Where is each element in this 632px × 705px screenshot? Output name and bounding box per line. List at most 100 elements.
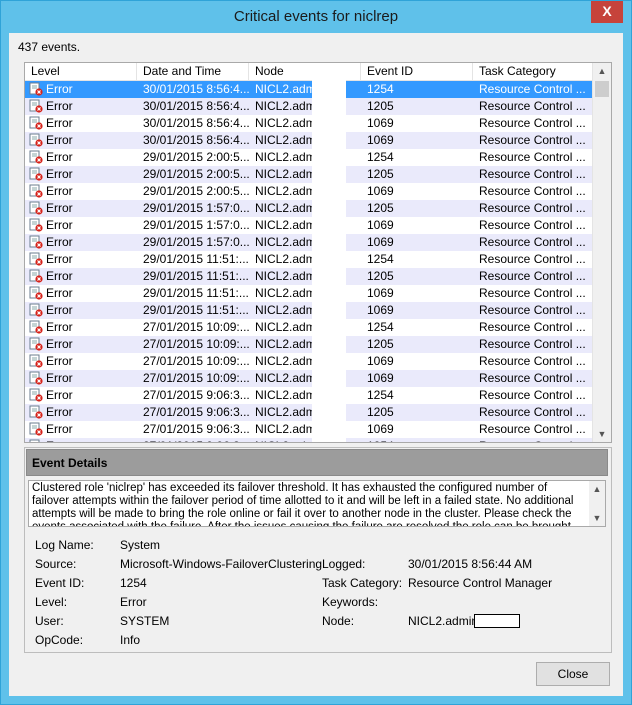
column-header-date[interactable]: Date and Time <box>137 63 249 80</box>
level-text: Error <box>46 184 73 198</box>
error-icon <box>29 371 43 385</box>
event-id-cell: 1205 <box>367 167 394 181</box>
event-id-cell: 1254 <box>367 150 394 164</box>
level-cell: Error <box>29 336 137 353</box>
opcode-value: Info <box>120 633 141 647</box>
table-row[interactable]: Error 27/01/2015 10:09:... NICL2.admi 1205 R… <box>25 336 592 353</box>
table-row[interactable]: Error27/01/2015 9:06:3...NICL2.admi1254R… <box>25 387 592 404</box>
level-cell: Error <box>29 438 137 442</box>
column-header-event-id[interactable]: Event ID <box>361 63 473 80</box>
date-cell: 27/01/2015 10:09:... <box>143 354 249 368</box>
level-label: Level: <box>35 595 68 609</box>
task-category-cell: Resource Control ... <box>479 371 586 385</box>
task-category-cell: Resource Control ... <box>479 218 586 232</box>
event-id-cell: 1254 <box>367 388 394 402</box>
level-text: Error <box>46 167 73 181</box>
event-count: 437 events. <box>18 40 81 54</box>
event-id-cell: 1254 <box>367 320 394 334</box>
date-cell: 29/01/2015 1:57:0... <box>143 201 249 215</box>
table-row[interactable]: Error27/01/2015 9:06:3...NICL2.admi1254R… <box>25 438 592 442</box>
level-text: Error <box>46 438 73 442</box>
task-category-cell: Resource Control ... <box>479 201 586 215</box>
level-text: Error <box>46 201 73 215</box>
event-id-cell: 1205 <box>367 405 394 419</box>
error-icon <box>29 252 43 266</box>
table-row[interactable]: Error 29/01/2015 1:57:0... NICL2.admi 1205 R… <box>25 200 592 217</box>
level-text: Error <box>46 218 73 232</box>
node-redaction-box <box>474 614 520 628</box>
scroll-down-arrow-icon[interactable]: ▼ <box>593 426 611 442</box>
scroll-up-arrow-icon[interactable]: ▲ <box>593 63 611 79</box>
table-row[interactable]: Error 29/01/2015 2:00:5... NICL2.admi 1205 R… <box>25 166 592 183</box>
level-cell: Error <box>29 387 137 404</box>
level-text: Error <box>46 82 73 96</box>
column-header-node[interactable]: Node <box>249 63 361 80</box>
task-category-cell: Resource Control ... <box>479 286 586 300</box>
close-button[interactable]: Close <box>536 662 610 686</box>
table-row[interactable]: Error 29/01/2015 11:51:... NICL2.admi 1069 R… <box>25 302 592 319</box>
window-close-button[interactable]: X <box>591 1 623 23</box>
event-id-cell: 1254 <box>367 438 467 442</box>
desc-scroll-down-icon[interactable]: ▼ <box>589 510 605 526</box>
logged-value: 30/01/2015 8:56:44 AM <box>408 557 533 571</box>
error-icon <box>29 201 43 215</box>
table-row[interactable]: Error 29/01/2015 11:51:... NICL2.admi 1205 R… <box>25 268 592 285</box>
table-row[interactable]: Error 30/01/2015 8:56:4... NICL2.admi 1069 R… <box>25 132 592 149</box>
task-category-cell: Resource Control ... <box>479 388 586 402</box>
event-description-text: Clustered role 'niclrep' has exceeded it… <box>32 482 574 527</box>
table-row[interactable]: Error 29/01/2015 1:57:0... NICL2.admi 1069 R… <box>25 234 592 251</box>
table-row[interactable]: Error 30/01/2015 8:56:4... NICL2.admi 1205 R… <box>25 98 592 115</box>
event-id-cell: 1069 <box>367 218 394 232</box>
event-id-cell: 1069 <box>367 354 394 368</box>
table-row[interactable]: Error 29/01/2015 1:57:0... NICL2.admi 1069 R… <box>25 217 592 234</box>
opcode-label: OpCode: <box>35 633 84 647</box>
level-text: Error <box>46 422 73 436</box>
date-cell: 30/01/2015 8:56:4... <box>143 133 249 147</box>
table-row[interactable]: Error 29/01/2015 11:51:... NICL2.admi 1069 R… <box>25 285 592 302</box>
date-cell: 29/01/2015 11:51:... <box>143 269 249 283</box>
error-icon <box>29 320 43 334</box>
table-row[interactable]: Error 27/01/2015 10:09:... NICL2.admi 1254 R… <box>25 319 592 336</box>
task-category-cell: Resource Control ... <box>479 422 586 436</box>
event-details-title: Event Details <box>32 456 108 470</box>
date-cell: 29/01/2015 11:51:... <box>143 252 249 266</box>
table-row[interactable]: Error 29/01/2015 2:00:5... NICL2.admi 1069 R… <box>25 183 592 200</box>
table-row[interactable]: Error 27/01/2015 10:09:... NICL2.admi 1069 R… <box>25 370 592 387</box>
column-header-level[interactable]: Level <box>25 63 137 80</box>
column-header-task-category[interactable]: Task Category <box>473 63 592 80</box>
task-category-cell: Resource Control ... <box>479 184 586 198</box>
level-cell: Error <box>29 183 137 200</box>
desc-scroll-up-icon[interactable]: ▲ <box>589 481 605 497</box>
task-category-cell: Resource Control ... <box>479 150 586 164</box>
task-category-cell: Resource Control ... <box>479 133 586 147</box>
description-scrollbar[interactable]: ▲ ▼ <box>589 481 605 526</box>
scroll-thumb[interactable] <box>595 81 609 97</box>
table-row[interactable]: Error 30/01/2015 8:56:4... NICL2.admi 1069 R… <box>25 115 592 132</box>
event-id-cell: 1069 <box>367 371 394 385</box>
table-scrollbar[interactable]: ▲ ▼ <box>592 63 611 442</box>
source-value: Microsoft-Windows-FailoverClustering <box>120 557 323 571</box>
level-text: Error <box>46 99 73 113</box>
event-id-cell: 1254 <box>367 82 394 96</box>
error-icon <box>29 82 43 96</box>
table-row[interactable]: Error 27/01/2015 9:06:3... NICL2.admi 1205 R… <box>25 404 592 421</box>
title-bar[interactable]: Critical events for niclrep X <box>1 1 631 33</box>
table-row[interactable]: Error 27/01/2015 9:06:3... NICL2.admi 1069 R… <box>25 421 592 438</box>
task-category-cell: Resource Control ... <box>479 116 586 130</box>
error-icon <box>29 354 43 368</box>
table-row[interactable]: Error 27/01/2015 10:09:... NICL2.admi 1069 R… <box>25 353 592 370</box>
event-description-box[interactable]: Clustered role 'niclrep' has exceeded it… <box>28 480 606 527</box>
level-cell: Error <box>29 285 137 302</box>
level-cell: Error <box>29 268 137 285</box>
event-id-cell: 1069 <box>367 184 394 198</box>
date-cell: 29/01/2015 2:00:5... <box>143 167 249 181</box>
error-icon <box>29 303 43 317</box>
table-row[interactable]: Error 29/01/2015 11:51:... NICL2.admi 1254 R… <box>25 251 592 268</box>
table-row[interactable]: Error 30/01/2015 8:56:4... NICL2.admi 1254 R… <box>25 81 592 98</box>
level-cell: Error <box>29 302 137 319</box>
event-id-cell: 1069 <box>367 133 394 147</box>
error-icon <box>29 218 43 232</box>
redaction-box <box>312 80 346 442</box>
table-row[interactable]: Error 29/01/2015 2:00:5... NICL2.admi 1254 R… <box>25 149 592 166</box>
log-name-label: Log Name: <box>35 538 94 552</box>
